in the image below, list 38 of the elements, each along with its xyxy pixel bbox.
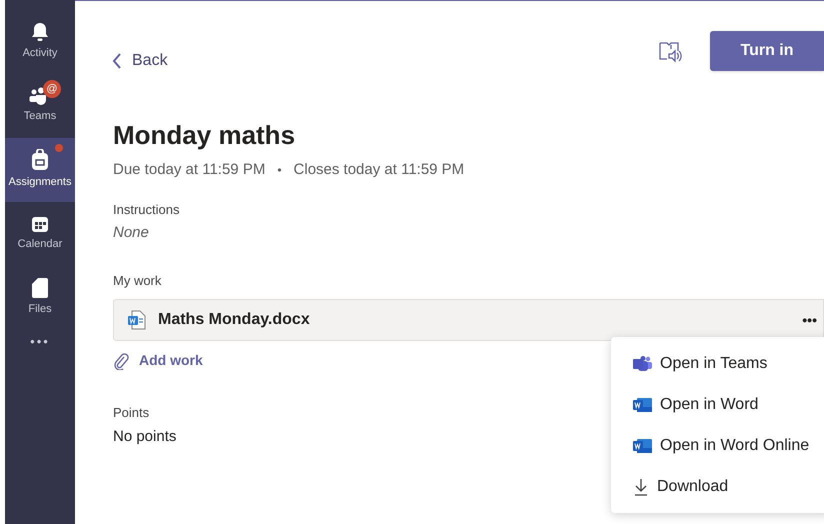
more-options-button[interactable]: ••• bbox=[802, 310, 817, 330]
due-date: Due today at 11:59 PM bbox=[113, 160, 266, 180]
people-icon bbox=[633, 356, 652, 372]
word-file-icon bbox=[128, 310, 146, 330]
assignment-title: Monday maths bbox=[113, 119, 296, 151]
immersive-reader-icon[interactable] bbox=[658, 40, 682, 64]
section-label: Instructions bbox=[113, 200, 180, 218]
close-date: Closes today at 11:59 PM bbox=[294, 160, 464, 180]
menu-item[interactable]: Open in Word Online bbox=[611, 425, 824, 466]
backpack-icon bbox=[31, 149, 49, 172]
calendar-icon bbox=[31, 215, 49, 234]
menu-item[interactable]: Open in Word bbox=[611, 384, 824, 425]
nav-item[interactable]: Teams @ bbox=[5, 74, 75, 138]
download-icon bbox=[633, 478, 649, 496]
menu-item[interactable]: Open in Teams bbox=[611, 343, 824, 384]
file-name: Maths Monday.docx bbox=[158, 310, 310, 330]
more-apps[interactable]: ••• bbox=[5, 332, 75, 352]
mention-badge: @ bbox=[43, 80, 61, 98]
paperclip-icon bbox=[113, 352, 129, 370]
word-icon bbox=[633, 396, 652, 412]
nav-item[interactable]: Assignments bbox=[5, 138, 75, 202]
nav-item[interactable]: Activity bbox=[5, 10, 75, 74]
instructions-text: None bbox=[113, 223, 149, 243]
points-value: No points bbox=[113, 426, 176, 446]
turn-in-button[interactable]: Turn in bbox=[710, 31, 824, 71]
chevron-left-icon bbox=[112, 53, 122, 69]
bell-icon bbox=[31, 22, 49, 42]
nav-item[interactable]: Files bbox=[5, 266, 75, 330]
file-icon bbox=[32, 278, 48, 298]
add-work-link[interactable]: Add work bbox=[113, 350, 203, 371]
section-label: My work bbox=[113, 272, 162, 290]
separator-dot: • bbox=[277, 162, 282, 180]
file-card[interactable]: Maths Monday.docx ••• bbox=[113, 299, 824, 341]
nav-item[interactable]: Calendar bbox=[5, 202, 75, 266]
menu-item[interactable]: Download bbox=[611, 466, 824, 507]
back-button[interactable]: Back bbox=[112, 49, 168, 73]
section-label: Points bbox=[113, 404, 150, 422]
word-icon bbox=[633, 438, 652, 454]
